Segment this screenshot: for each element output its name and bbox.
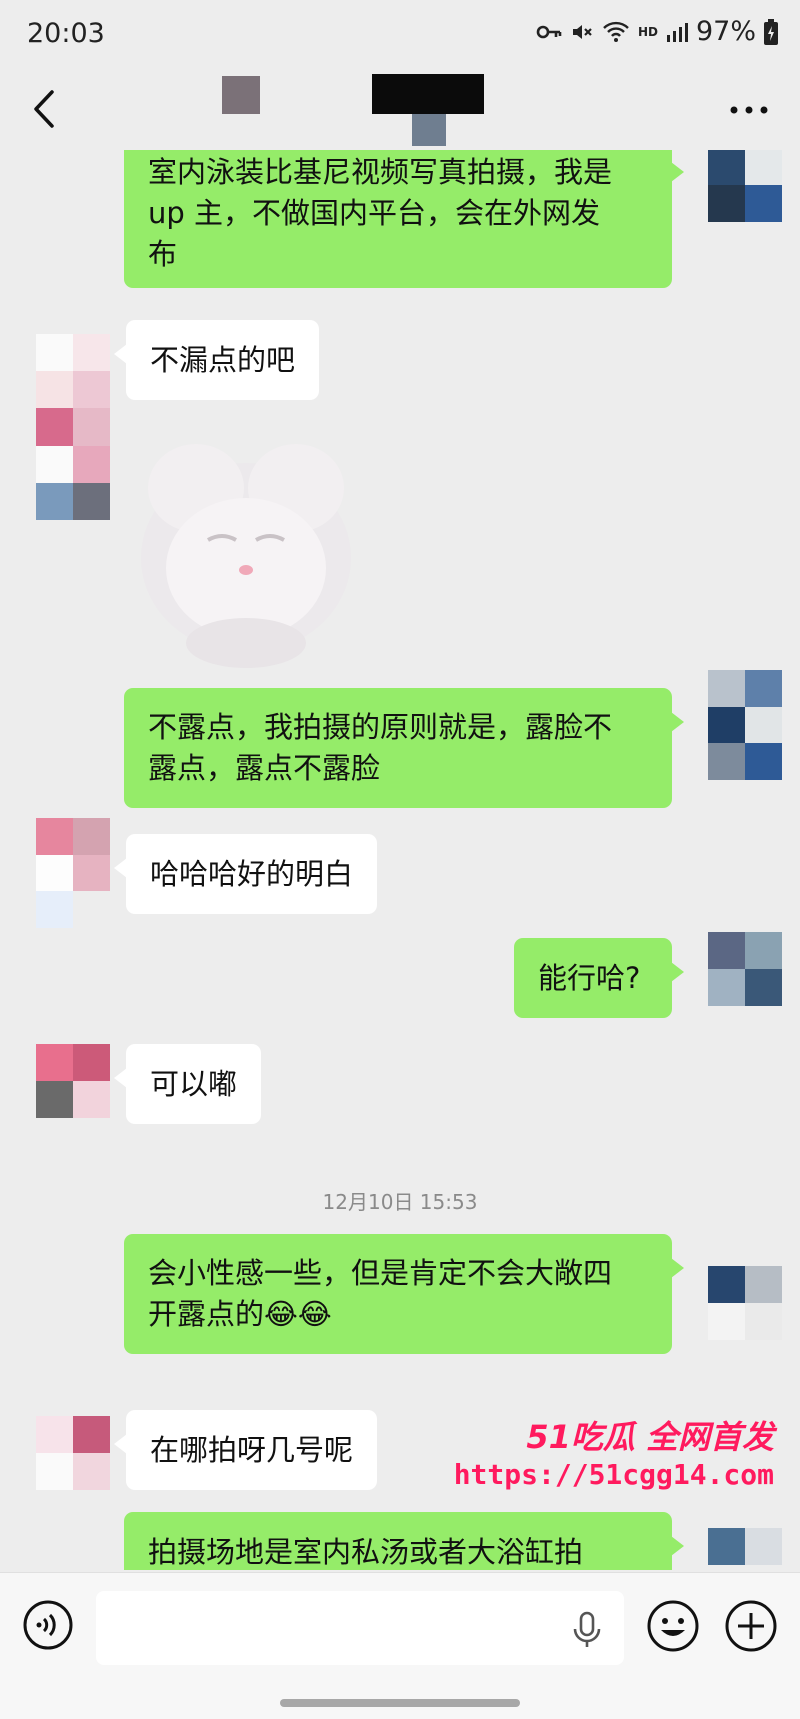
- voice-input-button[interactable]: [22, 1599, 74, 1651]
- voice-icon: [23, 1600, 73, 1650]
- message-list[interactable]: 室内泳装比基尼视频写真拍摄，我是 up 主，不做国内平台，会在外网发 布 不漏点…: [0, 150, 800, 1570]
- status-bar: 20:03 HD 97%: [0, 0, 800, 70]
- more-button[interactable]: [726, 90, 772, 130]
- message-timestamp: 12月10日 15:53: [322, 1190, 478, 1214]
- watermark: 51吃瓜 全网首发 https://51cgg14.com: [454, 1412, 784, 1502]
- message-bubble-sent[interactable]: 室内泳装比基尼视频写真拍摄，我是 up 主，不做国内平台，会在外网发 布: [124, 150, 684, 288]
- contact-name-redacted: [222, 76, 260, 114]
- more-options-button[interactable]: [724, 1599, 778, 1653]
- smiley-icon: [647, 1600, 699, 1652]
- contact-avatar[interactable]: [36, 1044, 110, 1118]
- message-text: 室内泳装比基尼视频写真拍摄，我是: [148, 154, 613, 189]
- more-dots-icon: [730, 106, 768, 114]
- mute-icon: [570, 20, 594, 44]
- message-text: 可以嘟: [150, 1066, 238, 1101]
- message-input[interactable]: [96, 1591, 624, 1665]
- message-text: 不露点，我拍摄的原则就是，露脸不: [148, 710, 613, 744]
- emoji-button[interactable]: [646, 1599, 700, 1653]
- message-bubble-sent[interactable]: 会小性感一些，但是肯定不会大敞四 开露点的😂😂: [124, 1234, 684, 1354]
- chat-header: [0, 70, 800, 150]
- message-bubble-received[interactable]: 在哪拍呀几号呢: [113, 1410, 378, 1490]
- message-text: 哈哈哈好的明白: [150, 856, 354, 891]
- my-avatar[interactable]: [708, 932, 782, 1006]
- message-text: up 主，不做国内平台，会在外网发: [148, 195, 601, 230]
- message-text: 开露点的😂😂: [148, 1297, 332, 1331]
- watermark-brand: 51吃瓜 全网首发: [526, 1418, 774, 1456]
- watermark-url: https://51cgg14.com: [453, 1458, 774, 1491]
- battery-percent: 97%: [695, 16, 756, 47]
- signal-icon: [666, 21, 688, 43]
- message-text: 露点，露点不露脸: [148, 751, 381, 785]
- rabbit-sticker[interactable]: [126, 428, 366, 668]
- my-avatar[interactable]: [708, 1266, 782, 1340]
- message-bubble-received[interactable]: 可以嘟: [113, 1044, 262, 1124]
- message-bubble-sent[interactable]: 不露点，我拍摄的原则就是，露脸不 露点，露点不露脸: [124, 688, 684, 808]
- message-text: 会小性感一些，但是肯定不会大敞四: [148, 1256, 613, 1290]
- chevron-left-icon: [34, 90, 54, 128]
- battery-icon: [764, 18, 778, 45]
- back-button[interactable]: [26, 84, 66, 134]
- message-bubble-received[interactable]: 哈哈哈好的明白: [113, 834, 378, 914]
- contact-name-redacted: [372, 74, 484, 114]
- contact-name-redacted: [412, 114, 446, 146]
- my-avatar[interactable]: [708, 150, 782, 222]
- wifi-icon: [602, 20, 630, 44]
- message-text: 能行哈?: [538, 960, 641, 995]
- message-bubble-sent[interactable]: 能行哈?: [514, 938, 684, 1018]
- hd-label: HD: [637, 24, 658, 39]
- message-text: 在哪拍呀几号呢: [150, 1432, 354, 1467]
- message-bubble-sent[interactable]: 拍摄场地是室内私汤或者大浴缸拍: [124, 1512, 684, 1570]
- contact-avatar[interactable]: [36, 334, 110, 520]
- contact-avatar[interactable]: [36, 1416, 110, 1490]
- message-text: 不漏点的吧: [150, 342, 296, 377]
- plus-icon: [725, 1600, 777, 1652]
- my-avatar[interactable]: [708, 670, 782, 780]
- my-avatar[interactable]: [708, 1528, 782, 1570]
- message-text: 布: [148, 236, 178, 271]
- status-time: 20:03: [27, 18, 105, 49]
- input-bar: [0, 1572, 800, 1719]
- message-text: 拍摄场地是室内私汤或者大浴缸拍: [148, 1534, 584, 1569]
- contact-avatar[interactable]: [36, 818, 110, 928]
- status-icons: HD 97%: [536, 16, 778, 47]
- key-icon: [536, 22, 562, 42]
- home-indicator[interactable]: [280, 1699, 520, 1707]
- message-bubble-received[interactable]: 不漏点的吧: [113, 320, 320, 400]
- mic-icon[interactable]: [572, 1611, 602, 1649]
